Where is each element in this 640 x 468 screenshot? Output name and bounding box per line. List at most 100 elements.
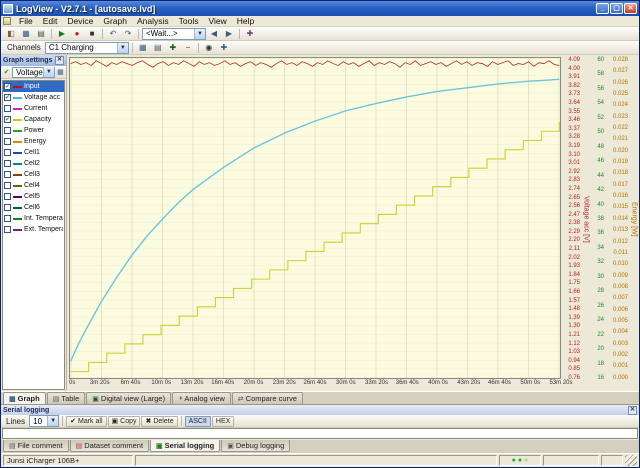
status-message xyxy=(135,455,497,466)
menu-item-analysis[interactable]: Analysis xyxy=(132,16,174,26)
voltage-tick: 1.21 xyxy=(561,332,580,338)
crosshair-icon[interactable]: ✚ xyxy=(217,42,231,54)
mode-ascii-button[interactable]: ASCII xyxy=(185,416,211,427)
menu-item-edit[interactable]: Edit xyxy=(38,16,63,26)
bottom-tabs: ▤File comment▤Dataset comment▣Serial log… xyxy=(1,440,639,453)
checkbox-icon[interactable] xyxy=(4,127,11,134)
series-item-cell5[interactable]: Cell5 xyxy=(3,191,64,202)
series-item-cell2[interactable]: Cell2 xyxy=(3,158,64,169)
close-serial-panel-icon[interactable]: ✕ xyxy=(628,406,637,415)
delete-button[interactable]: ✖Delete xyxy=(141,416,177,427)
mode-hex-button[interactable]: HEX xyxy=(212,416,234,427)
redo-icon[interactable]: ↷ xyxy=(121,28,135,40)
graph-view-icon[interactable]: ▦ xyxy=(136,42,150,54)
record-icon[interactable]: ● xyxy=(70,28,84,40)
tab-dataset-comment[interactable]: ▤Dataset comment xyxy=(70,440,149,452)
lines-combo[interactable]: 10▼ xyxy=(29,415,59,427)
title-bar[interactable]: LogView - V2.7.1 - [autosave.lvd] _▢✕ xyxy=(1,1,639,16)
tab-graph[interactable]: ▦Graph xyxy=(3,392,46,404)
chevron-down-icon: ▼ xyxy=(194,29,205,39)
snapshot-icon[interactable]: ◉ xyxy=(202,42,216,54)
series-item-cell3[interactable]: Cell3 xyxy=(3,169,64,180)
checkbox-icon[interactable] xyxy=(4,226,11,233)
tab-digital-view-large[interactable]: ▣Digital view (Large) xyxy=(86,392,171,404)
series-item-cell4[interactable]: Cell4 xyxy=(3,180,64,191)
series-item-input[interactable]: ✔Input xyxy=(3,81,64,92)
series-item-energy[interactable]: Energy xyxy=(3,136,64,147)
tab-compare-curve[interactable]: ⇄Compare curve xyxy=(232,392,303,404)
series-type-combo[interactable]: Voltage ▼ xyxy=(12,67,55,78)
minimize-button[interactable]: _ xyxy=(596,3,609,14)
series-item-ext-temperatur[interactable]: Ext. Temperatur xyxy=(3,224,64,235)
check-all-icon[interactable]: ✔ xyxy=(2,67,11,78)
series-item-voltage-acc[interactable]: ✔Voltage acc xyxy=(3,92,64,103)
mdi-child-icon[interactable] xyxy=(3,17,11,25)
connect-device-icon[interactable]: ▶ xyxy=(55,28,69,40)
checkbox-icon[interactable] xyxy=(4,215,11,222)
settings-icon[interactable]: ✚ xyxy=(243,28,257,40)
zoom-in-icon[interactable]: ✚ xyxy=(166,42,180,54)
energy-tick: 0.028 xyxy=(605,57,628,63)
green-tick: 40 xyxy=(591,202,604,208)
series-item-cell6[interactable]: Cell6 xyxy=(3,202,64,213)
energy-tick: 0.003 xyxy=(605,341,628,347)
open-file-icon[interactable]: ◧ xyxy=(4,28,18,40)
next-dataset-icon[interactable]: ▶ xyxy=(222,28,236,40)
toolbar-separator xyxy=(181,416,182,426)
mark-all-button[interactable]: ✔Mark all xyxy=(66,416,106,427)
energy-tick: 0.015 xyxy=(605,204,628,210)
zoom-out-icon[interactable]: − xyxy=(181,42,195,54)
stop-icon[interactable]: ■ xyxy=(85,28,99,40)
tab-debug-logging[interactable]: ▣Debug logging xyxy=(221,440,290,452)
checkbox-icon[interactable]: ✔ xyxy=(4,94,11,101)
tab-analog-view[interactable]: ◑Analog view xyxy=(172,392,231,404)
table-view-icon[interactable]: ▤ xyxy=(151,42,165,54)
series-item-current[interactable]: Current xyxy=(3,103,64,114)
series-item-cell1[interactable]: Cell1 xyxy=(3,147,64,158)
checkbox-icon[interactable] xyxy=(4,182,11,189)
energy-tick: 0.017 xyxy=(605,182,628,188)
maximize-button[interactable]: ▢ xyxy=(610,3,623,14)
checkbox-icon[interactable] xyxy=(4,160,11,167)
x-tick-label: 36m 40s xyxy=(396,380,419,386)
tab-serial-logging[interactable]: ▣Serial logging xyxy=(150,440,220,452)
tab-file-comment[interactable]: ▤File comment xyxy=(3,440,69,452)
checkbox-icon[interactable] xyxy=(4,171,11,178)
window-title: LogView - V2.7.1 - [autosave.lvd] xyxy=(16,4,593,14)
resize-grip[interactable] xyxy=(625,455,637,466)
voltage-tick: 3.37 xyxy=(561,126,580,132)
menu-item-device[interactable]: Device xyxy=(62,16,98,26)
menu-item-help[interactable]: Help xyxy=(232,16,259,26)
checkbox-icon[interactable] xyxy=(4,193,11,200)
energy-tick: 0.006 xyxy=(605,307,628,313)
checkbox-icon[interactable] xyxy=(4,149,11,156)
menu-item-graph[interactable]: Graph xyxy=(98,16,132,26)
close-button[interactable]: ✕ xyxy=(624,3,637,14)
channel-combo[interactable]: C1 Charging▼ xyxy=(45,42,129,54)
print-icon[interactable]: ▤ xyxy=(34,28,48,40)
serial-log-output[interactable] xyxy=(2,428,638,439)
undo-icon[interactable]: ↶ xyxy=(106,28,120,40)
menu-item-view[interactable]: View xyxy=(203,16,231,26)
tab-label: File comment xyxy=(18,441,63,450)
menu-item-tools[interactable]: Tools xyxy=(174,16,204,26)
checkbox-icon[interactable]: ✔ xyxy=(4,83,11,90)
checkbox-icon[interactable] xyxy=(4,204,11,211)
checkbox-icon[interactable] xyxy=(4,138,11,145)
voltage-tick: 1.84 xyxy=(561,272,580,278)
copy-button[interactable]: ▣Copy xyxy=(108,416,141,427)
series-item-power[interactable]: Power xyxy=(3,125,64,136)
chart-canvas[interactable] xyxy=(69,57,561,379)
prev-dataset-icon[interactable]: ◀ xyxy=(207,28,221,40)
series-item-int-temperatur[interactable]: Int. Temperatur xyxy=(3,213,64,224)
device-status-combo[interactable]: <Wait...>▼ xyxy=(142,28,206,40)
energy-tick: 0.001 xyxy=(605,363,628,369)
series-options-icon[interactable]: ▦ xyxy=(56,67,65,78)
tab-table[interactable]: ▤Table xyxy=(47,392,86,404)
checkbox-icon[interactable] xyxy=(4,105,11,112)
close-panel-icon[interactable]: ✕ xyxy=(55,56,64,65)
series-item-capacity[interactable]: ✔Capacity xyxy=(3,114,64,125)
menu-item-file[interactable]: File xyxy=(14,16,38,26)
save-file-icon[interactable]: ▦ xyxy=(19,28,33,40)
checkbox-icon[interactable]: ✔ xyxy=(4,116,11,123)
